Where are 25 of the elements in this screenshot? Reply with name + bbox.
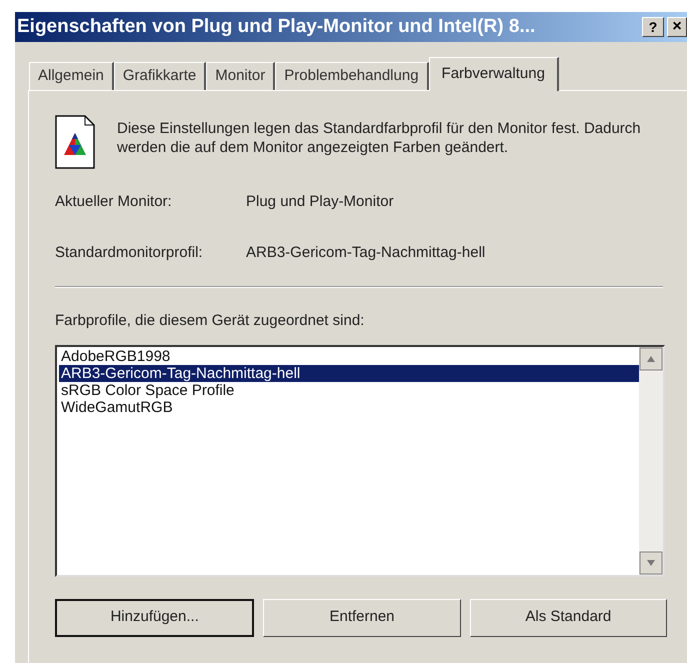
field-value: ARB3-Gericom-Tag-Nachmittag-hell (246, 242, 486, 262)
profile-item[interactable]: ARB3-Gericom-Tag-Nachmittag-hell (59, 364, 639, 382)
close-button[interactable]: × (667, 17, 687, 37)
dialog-button[interactable]: Hinzufügen... (55, 598, 254, 636)
scrollbar[interactable] (639, 346, 663, 574)
window-title: Eigenschaften von Plug und Play-Monitor und Intel(R) 8... (17, 14, 536, 39)
dialog-button[interactable]: Als Standard (470, 598, 667, 636)
tab[interactable]: Grafikkarte (114, 62, 206, 90)
field-value: Plug und Play-Monitor (246, 192, 394, 212)
tab[interactable]: Allgemein (29, 62, 114, 90)
field-label: Standardmonitorprofil: (55, 242, 204, 262)
tab[interactable]: Problembehandlung (275, 62, 429, 90)
profiles-label: Farbprofile, die diesem Gerät zugeordnet sind: (55, 311, 366, 331)
scroll-up-icon[interactable] (639, 346, 663, 370)
tab[interactable]: Farbverwaltung (428, 57, 559, 91)
dialog-button[interactable]: Entfernen (263, 598, 461, 636)
color-profile-icon (55, 115, 95, 169)
scroll-down-icon[interactable] (639, 550, 663, 574)
field-label: Aktueller Monitor: (55, 192, 173, 212)
tab[interactable]: Monitor (206, 62, 276, 90)
description-text: Diese Einstellungen legen das Standardfarbprofil für den Monitor fest. Dadurch werden die auf dem Monitor angezeigten Farben geändert. (117, 119, 642, 158)
profile-item[interactable]: WideGamutRGB (59, 398, 639, 416)
profile-item[interactable]: sRGB Color Space Profile (59, 382, 639, 398)
help-button[interactable]: ? (642, 17, 664, 37)
profile-item[interactable]: AdobeRGB1998 (59, 348, 639, 364)
